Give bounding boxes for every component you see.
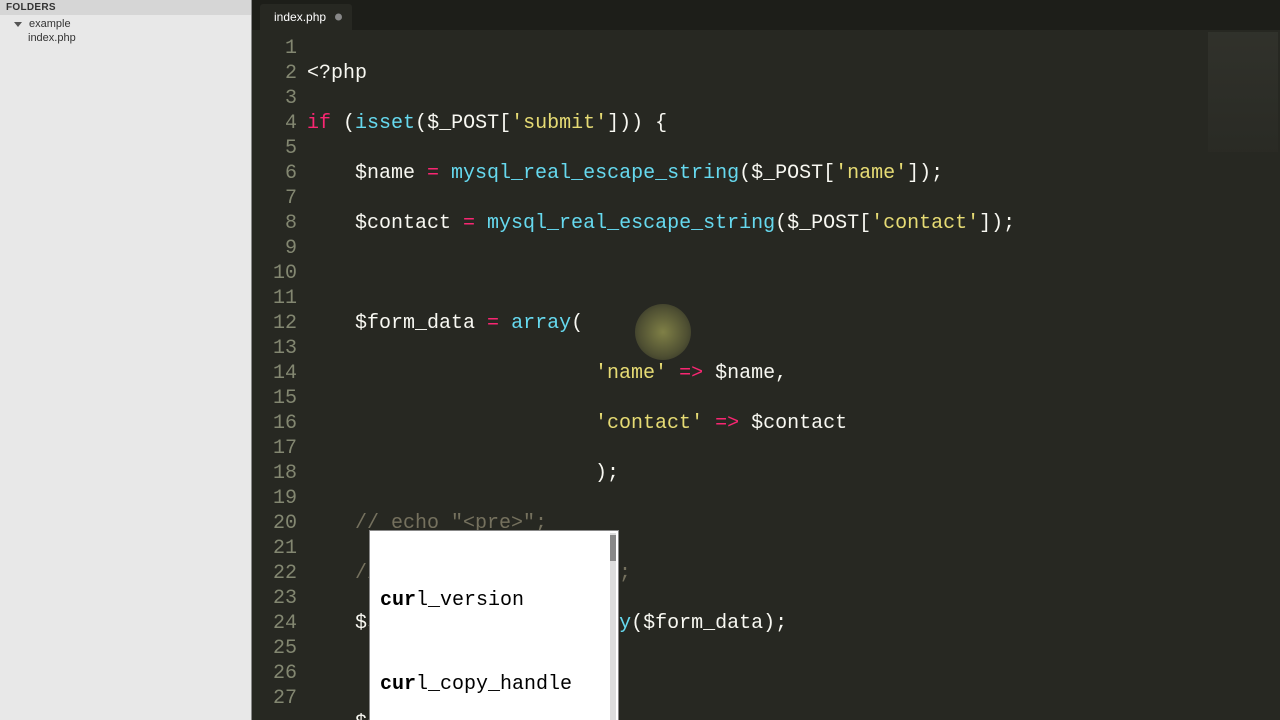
autocomplete-item[interactable]: curl_version xyxy=(370,587,618,615)
minimap[interactable] xyxy=(1208,32,1278,152)
folder-label: example xyxy=(29,18,71,30)
autocomplete-popup[interactable]: curl_version curl_copy_handle curl_multi… xyxy=(369,530,619,720)
file-item-index-php[interactable]: index.php xyxy=(0,31,251,45)
autocomplete-item[interactable]: curl_copy_handle xyxy=(370,671,618,699)
tab-bar: index.php xyxy=(252,0,1280,30)
folder-item-example[interactable]: example xyxy=(0,17,251,31)
sidebar: FOLDERS example index.php xyxy=(0,0,252,720)
code-area[interactable]: <?php if (isset($_POST['submit'])) { $na… xyxy=(307,30,1280,720)
tab-label: index.php xyxy=(274,10,326,24)
sidebar-header: FOLDERS xyxy=(0,0,251,15)
line-gutter: 1234567891011121314151617181920212223242… xyxy=(252,30,307,720)
code-editor[interactable]: 1234567891011121314151617181920212223242… xyxy=(252,30,1280,720)
autocomplete-scrollbar[interactable] xyxy=(610,533,616,720)
file-label: index.php xyxy=(28,32,76,44)
scrollbar-thumb[interactable] xyxy=(610,535,616,561)
tab-index-php[interactable]: index.php xyxy=(260,4,352,30)
chevron-down-icon xyxy=(14,22,22,27)
dirty-indicator-icon xyxy=(335,14,342,21)
